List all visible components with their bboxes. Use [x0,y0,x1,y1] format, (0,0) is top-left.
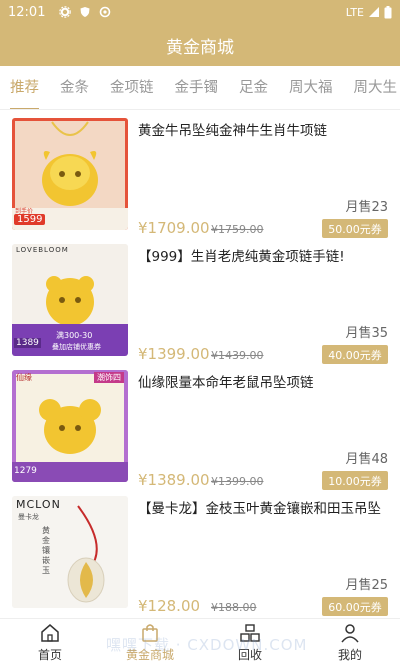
monthly-sales: 月售23 [345,200,388,215]
product-price: ¥1389.00 [138,471,210,489]
home-icon [41,624,59,642]
status-bar: 12:01 LTE [0,0,400,24]
brand-label: 仙缘 [16,373,32,382]
product-image: 到手价 1599 [12,118,128,230]
monthly-sales: 月售25 [345,578,388,593]
coupon-badge[interactable]: 60.00元券 [322,597,388,616]
monthly-sales: 月售35 [345,326,388,341]
product-image: MCLON 曼卡龙 黄金镶嵌玉 [12,496,128,608]
promo-label: 满300-30 [56,331,93,340]
nav-label: 首页 [37,648,62,662]
coupon-badge[interactable]: 10.00元券 [322,471,388,490]
product-list: 到手价 1599 黄金牛吊坠纯金神牛生肖牛项链 月售23 ¥1709.00 ¥1… [0,110,400,618]
original-price: ¥1399.00 [211,475,264,488]
nav-label: 回收 [237,648,262,662]
coupon-badge[interactable]: 40.00元券 [322,345,388,364]
tab-gold-bracelet[interactable]: 金手镯 [175,66,219,109]
monthly-sales: 月售48 [345,452,388,467]
promo-sub-label: 叠加店铺优惠券 [52,343,101,351]
user-icon [341,624,359,643]
shield-icon [80,7,90,17]
promo-corner-label: 潮饰四 [94,372,124,383]
recycle-icon [240,624,260,642]
nav-mine[interactable]: 我的 [300,619,400,666]
battery-icon [384,5,392,18]
nav-recycle[interactable]: 回收 [200,619,300,666]
tab-recommend[interactable]: 推荐 [10,66,39,109]
tab-gold-bar[interactable]: 金条 [60,66,89,109]
product-price: ¥1399.00 [138,345,210,363]
product-title: 仙缘限量本命年老鼠吊坠项链 [138,375,314,391]
nav-label: 我的 [337,648,362,662]
original-price: ¥1439.00 [211,349,264,362]
product-card[interactable]: MCLON 曼卡龙 黄金镶嵌玉 【曼卡龙】金枝玉叶黄金镶嵌和田玉吊坠 月售25 … [0,496,400,618]
thumb-price-tag: 1389 [14,338,41,348]
product-price: ¥1709.00 [138,219,210,237]
tab-gold-necklace[interactable]: 金项链 [110,66,154,109]
brand-sub-label: 曼卡龙 [18,513,39,521]
nav-label: 黄金商城 [125,648,174,662]
product-card[interactable]: LOVEBLOOM 满300-30 叠加店铺优惠券 1389 【999】生肖老虎… [0,244,400,370]
tab-chow-tai-fook[interactable]: 周大福 [289,66,333,109]
brand-label: LOVEBLOOM [16,246,69,254]
thumb-price-tag: 1279 [14,466,37,476]
tab-pure-gold[interactable]: 足金 [239,66,268,109]
bottom-navigation: 首页 黄金商城 回收 我的 [0,618,400,666]
nav-home[interactable]: 首页 [0,619,100,666]
page-title: 黄金商城 [166,37,234,58]
status-time: 12:01 [8,4,46,20]
thumb-price-tag: 1599 [14,214,46,225]
brand-label: MCLON [16,498,61,511]
product-title: 黄金牛吊坠纯金神牛生肖牛项链 [138,123,327,139]
product-card[interactable]: 到手价 1599 黄金牛吊坠纯金神牛生肖牛项链 月售23 ¥1709.00 ¥1… [0,118,400,244]
sync-icon [100,6,111,18]
signal-icon [369,7,379,17]
original-price: ¥188.00 [211,601,257,614]
network-label: LTE [345,5,364,19]
category-tabs: 推荐 金条 金项链 金手镯 足金 周大福 周大生 [0,66,400,110]
original-price: ¥1759.00 [211,223,264,236]
thumb-caption: 黄金镶嵌玉 [42,526,50,575]
product-card[interactable]: 仙缘 潮饰四 1279 仙缘限量本命年老鼠吊坠项链 月售48 ¥1389.00 … [0,370,400,496]
product-image: LOVEBLOOM 满300-30 叠加店铺优惠券 1389 [12,244,128,356]
app-header: 黄金商城 [0,24,400,66]
product-title: 【999】生肖老虎纯黄金项链手链! [138,249,345,265]
product-image: 仙缘 潮饰四 1279 [12,370,128,482]
product-price: ¥128.00 [138,597,201,615]
nav-gold-mall[interactable]: 黄金商城 [100,619,200,666]
coupon-badge[interactable]: 50.00元券 [322,219,388,238]
tab-chow-tai-seng[interactable]: 周大生 [354,66,398,109]
product-title: 【曼卡龙】金枝玉叶黄金镶嵌和田玉吊坠 [138,501,381,517]
settings-icon [59,6,72,18]
shopping-bag-icon [142,624,158,642]
